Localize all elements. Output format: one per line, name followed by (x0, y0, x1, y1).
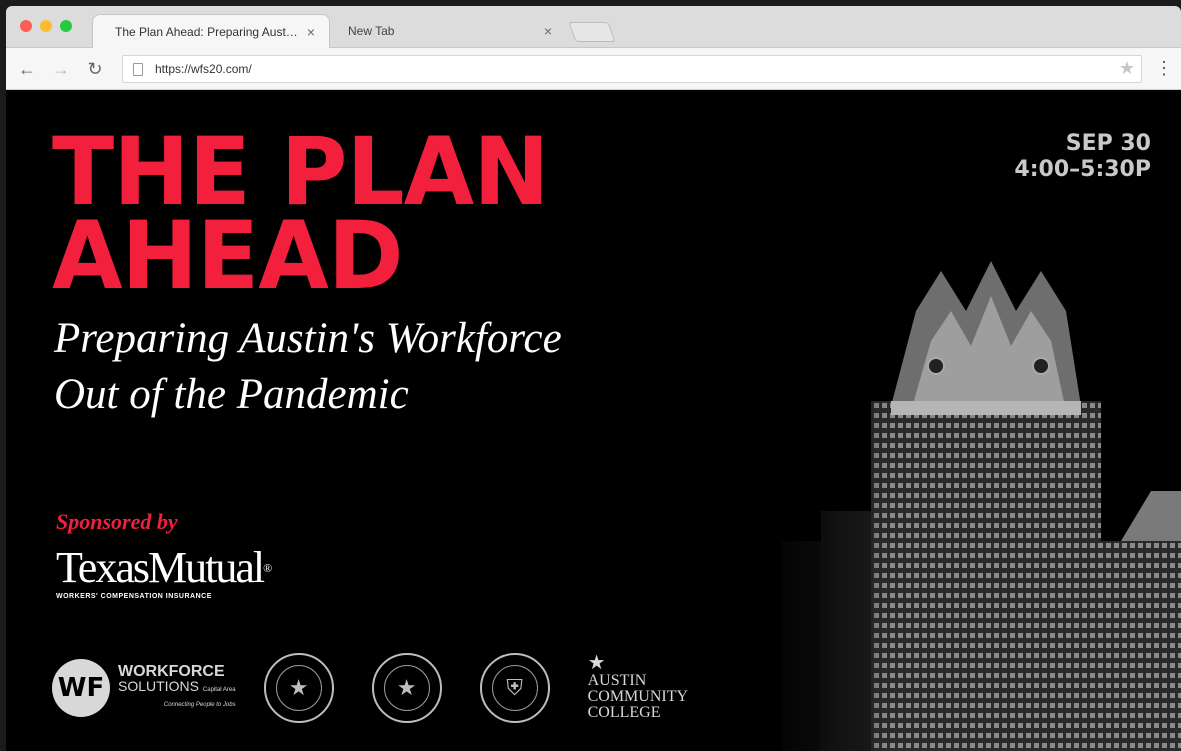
texas-mutual-logo: TexasMutual® WORKERS' COMPENSATION INSUR… (56, 543, 273, 601)
close-tab-icon[interactable]: × (544, 23, 552, 39)
acc-line-2: COMMUNITY (587, 688, 689, 705)
event-time: 4:00–5:30P (1014, 157, 1151, 182)
sponsor-tagline: WORKERS' COMPENSATION INSURANCE (56, 593, 212, 600)
wf-line-1: WORKFORCE (118, 662, 225, 680)
city-of-austin-seal-icon: ⛨ (479, 653, 550, 723)
wf-slogan: Connecting People to Jobs (163, 701, 236, 708)
event-subtitle: Preparing Austin's Workforce Out of the … (54, 311, 562, 423)
new-tab-button[interactable] (568, 22, 616, 42)
page-icon (133, 63, 143, 76)
acc-line-1: AUSTIN (587, 672, 647, 689)
window-controls (20, 20, 72, 32)
texas-workforce-commission-seal-icon: ★ (263, 653, 334, 723)
tab-title: The Plan Ahead: Preparing Austin's... (115, 24, 299, 39)
wf-line-2: SOLUTIONS (118, 677, 199, 694)
toolbar: ← → ↻ https://wfs20.com/ ★ ⋮ (6, 48, 1181, 90)
building-image (761, 251, 1181, 751)
menu-icon[interactable]: ⋮ (1155, 58, 1173, 79)
close-tab-icon[interactable]: × (307, 24, 315, 40)
web-page: THE PLAN AHEAD Preparing Austin's Workfo… (6, 91, 1181, 751)
forward-arrow-icon[interactable]: → (50, 58, 72, 80)
tab-bar: The Plan Ahead: Preparing Austin's... × … (6, 6, 1181, 48)
address-bar[interactable]: https://wfs20.com/ ★ (122, 55, 1142, 83)
subtitle-line-1: Preparing Austin's Workforce (54, 315, 562, 362)
partner-logos: WF WORKFORCE SOLUTIONS Capital Area Conne… (52, 653, 688, 723)
sponsored-label: Sponsored by (56, 509, 178, 534)
tab-plan-ahead[interactable]: The Plan Ahead: Preparing Austin's... × (92, 14, 330, 48)
reload-icon[interactable]: ↻ (84, 58, 106, 80)
wf-region: Capital Area (202, 686, 236, 693)
workforce-solutions-logo: WF WORKFORCE SOLUTIONS Capital Area Conne… (52, 659, 236, 717)
acc-star-icon: ★ (587, 652, 606, 674)
sponsor-name: TexasMutual (56, 543, 265, 592)
acc-line-3: COLLEGE (587, 704, 661, 721)
close-window-button[interactable] (20, 20, 32, 32)
title-line-2: AHEAD (52, 202, 404, 311)
back-arrow-icon[interactable]: ← (16, 58, 38, 80)
bookmark-star-icon[interactable]: ★ (1119, 58, 1135, 79)
austin-community-college-logo: ★ AUSTIN COMMUNITY COLLEGE (587, 652, 689, 721)
travis-county-seal-icon: ★ (371, 653, 442, 723)
tab-title: New Tab (348, 24, 395, 38)
browser-window: The Plan Ahead: Preparing Austin's... × … (6, 6, 1181, 751)
tab-new-tab[interactable]: New Tab × (326, 14, 566, 48)
wf-icon: WF (52, 659, 110, 717)
maximize-window-button[interactable] (60, 20, 72, 32)
minimize-window-button[interactable] (40, 20, 52, 32)
url-text: https://wfs20.com/ (155, 62, 252, 76)
event-date: SEP 30 (1065, 131, 1151, 156)
event-datetime: SEP 30 4:00–5:30P (1014, 131, 1151, 183)
event-title: THE PLAN AHEAD (52, 126, 550, 311)
subtitle-line-2: Out of the Pandemic (54, 371, 409, 418)
